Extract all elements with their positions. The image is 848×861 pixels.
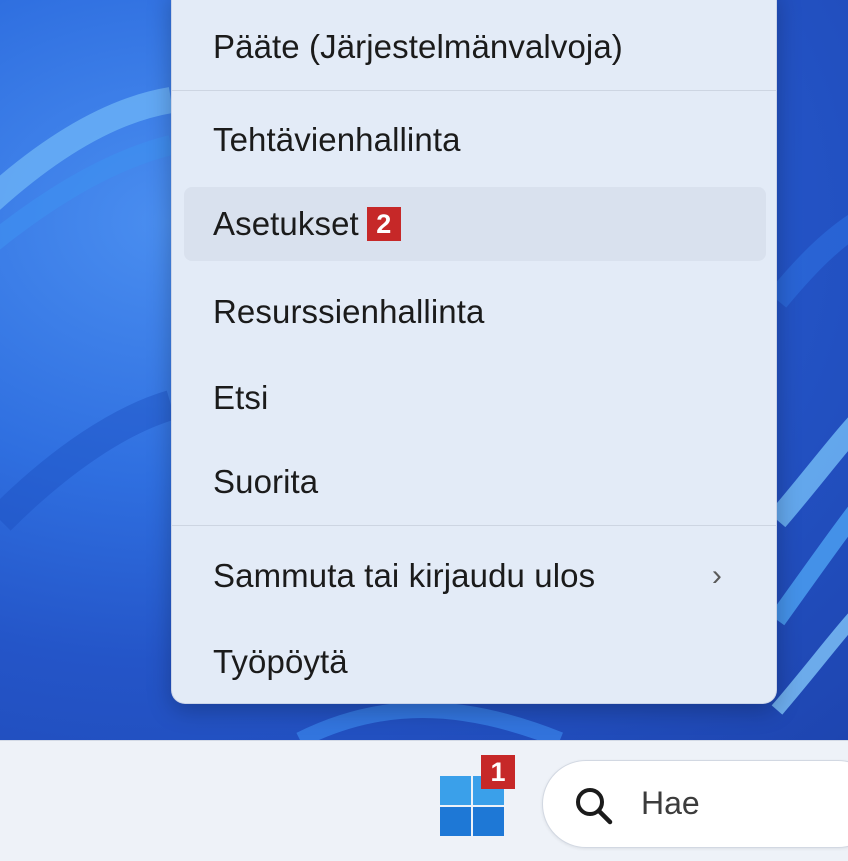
taskbar-search-box[interactable]: Hae bbox=[542, 760, 848, 848]
menu-item-label: Sammuta tai kirjaudu ulos bbox=[213, 557, 596, 594]
menu-item-label: Tehtävienhallinta bbox=[213, 121, 461, 158]
menu-item-label: Suorita bbox=[213, 463, 319, 500]
menu-item-label: Pääte (Järjestelmänvalvoja) bbox=[213, 28, 623, 65]
menu-item-terminal-admin[interactable]: Pääte (Järjestelmänvalvoja) bbox=[184, 10, 766, 84]
step-badge-2: 2 bbox=[366, 207, 401, 241]
windows-logo-icon bbox=[473, 807, 504, 836]
menu-item-label: Etsi bbox=[213, 379, 269, 416]
menu-item-desktop[interactable]: Työpöytä bbox=[184, 625, 766, 699]
menu-item-label: Resurssienhallinta bbox=[213, 293, 485, 330]
menu-item-search[interactable]: Etsi bbox=[184, 361, 766, 435]
menu-item-label: Asetukset bbox=[213, 205, 359, 242]
start-context-menu: Pääte (Järjestelmänvalvoja) Tehtävienhal… bbox=[171, 0, 777, 704]
menu-item-shutdown-signout[interactable]: Sammuta tai kirjaudu ulos › bbox=[184, 539, 766, 613]
windows-logo-icon bbox=[440, 776, 471, 805]
menu-item-run[interactable]: Suorita bbox=[184, 445, 766, 519]
menu-item-settings[interactable]: Asetukset 2 bbox=[184, 187, 766, 261]
menu-item-task-manager[interactable]: Tehtävienhallinta bbox=[184, 103, 766, 177]
menu-separator bbox=[172, 525, 776, 526]
menu-item-label: Työpöytä bbox=[213, 643, 348, 680]
step-badge-1: 1 bbox=[481, 755, 515, 789]
chevron-right-icon: › bbox=[711, 559, 722, 592]
search-placeholder: Hae bbox=[641, 785, 700, 821]
windows-logo-icon bbox=[440, 807, 471, 836]
search-icon bbox=[576, 788, 613, 825]
menu-separator bbox=[172, 90, 776, 91]
menu-item-file-explorer[interactable]: Resurssienhallinta bbox=[184, 275, 766, 349]
